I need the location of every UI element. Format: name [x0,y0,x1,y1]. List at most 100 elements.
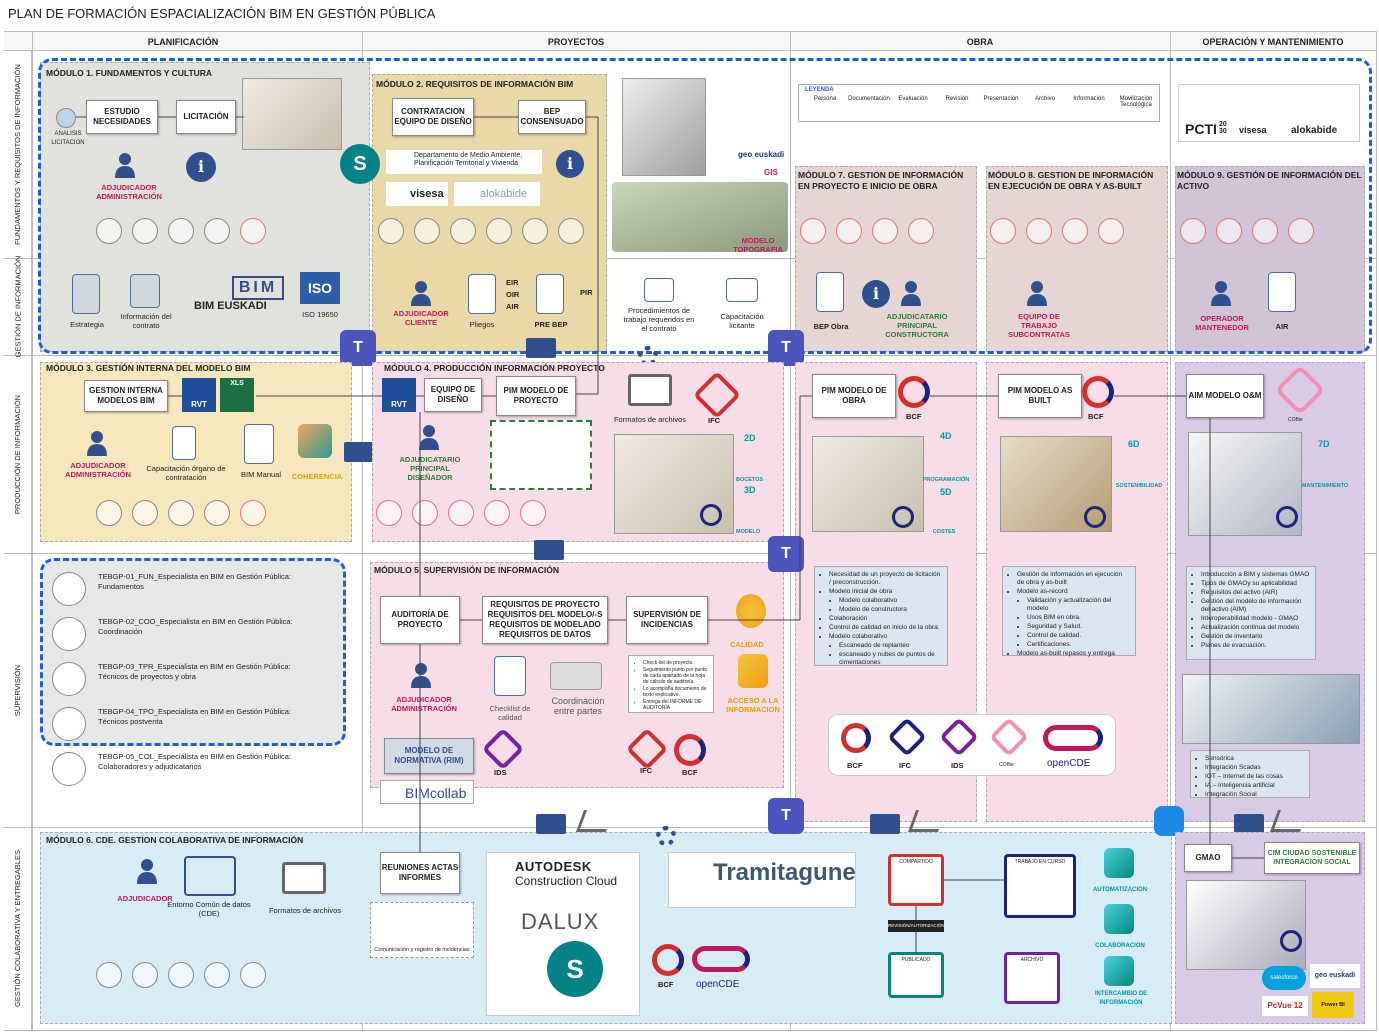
send-icon [907,810,947,832]
bcf-icon [841,723,871,753]
powerbi-logo: Power BI [1312,992,1354,1018]
capacitacion-organo-label: Capacitación órgano de contratación [146,464,226,482]
bcf-icon [674,734,706,766]
module-7-bullets: Necesidad de un proyecto de licitación /… [814,566,948,666]
search-icon [700,504,722,526]
team-icon [376,500,402,526]
checklist-icon [494,656,526,696]
worker-icon [448,500,474,526]
checklist-label: Checklist de calidad [489,704,531,722]
search-icon [1084,506,1106,528]
teams-icon: T [340,330,376,366]
module-3-title: MÓDULO 3. GESTIÓN INTERNA DEL MODELO BIM [46,363,251,373]
bcf-label: BCF [1088,412,1104,421]
openbim-strip: BCF IFC IDS COBie openCDE [828,714,1116,776]
comunicacion-label: Comunicación y registro de incidencias [374,947,470,953]
bim-manual-label: BIM Manual [240,470,282,479]
list-item: TEBGP-01_FUN_Especialista en BIM en Gest… [52,572,352,617]
collaboration-icon [1104,904,1134,934]
formatos-label: Formatos de archivos [613,415,687,424]
group-icon [52,752,86,786]
worker-icon [52,662,86,696]
pim-proyecto-box: PIM MODELO DE PROYECTO [496,376,576,416]
bocetos-label: BOCETOS [736,477,764,483]
specialist-list: TEBGP-01_FUN_Especialista en BIM en Gest… [52,572,352,797]
xls-icon: XLS [220,378,254,412]
reuniones-box: REUNIONES ACTAS INFORMES [380,852,460,894]
puzzle-icon [550,662,602,690]
modelo-normativa-box: MODELO DE NORMATIVA (RIM) [384,738,474,774]
4d-label: 4D [940,431,952,441]
module-4-circles [376,500,546,526]
opencde-label: openCDE [696,979,740,990]
auditoria-box: AUDITORÍA DE PROYECTO [380,596,460,644]
person-icon [411,663,431,688]
5d-label: 5D [940,487,952,497]
intercambio-label: INTERCAMBIO DE INFORMACIÓN [1094,991,1148,1006]
sostenibilidad-label: SOSTENIBILIDAD [1115,483,1163,489]
row-supervision: SUPERVISIÓN [4,553,32,827]
rvt-icon: RVT [182,378,216,412]
2d-label: 2D [744,433,756,443]
team-icon [52,572,86,606]
sharepoint-icon: S [547,941,603,997]
formatos-label: Formatos de archivos [268,906,342,915]
col-planificacion: PLANIFICACIÓN [4,31,362,51]
bcf-label: BCF [658,980,674,989]
pim-obra-box: PIM MODELO DE OBRA [812,374,896,418]
autodesk-logo: AUTODESK [515,859,592,874]
city-image [1182,674,1360,744]
automation-icon [1104,848,1134,878]
cobie-icon [989,717,1029,757]
automatizacion-label: AUTOMATIZACION [1092,887,1148,893]
folder-icon [344,442,374,462]
ids-icon [939,717,979,757]
fundamentals-highlight [38,58,1372,354]
adjudicador-admin-label: ADJUDICADOR ADMINISTRACIÓN [391,695,457,713]
mantenimiento-label: MANTENIMIENTO [1301,483,1349,489]
folder-icon [1234,814,1264,834]
cobie-label: COBie [999,762,1014,768]
bcf-icon [1082,376,1114,408]
requisitos-box: REQUISITOS DE PROYECTO REQUISITOS DEL MO… [482,596,608,644]
exchange-icon [1104,956,1134,986]
cycle-icon [52,617,86,651]
opencde-icon [692,946,750,972]
ids-label: IDS [494,768,507,777]
tramitagune-logo: Tramitagune [668,852,856,908]
cycle-icon [412,500,438,526]
module-4-title: MÓDULO 4. PRODUCCIÓN INFORMACIÓN PROYECT… [384,363,605,373]
salesforce-logo: salesforce [1262,966,1306,990]
ids-label: IDS [951,761,964,770]
teams-icon: T [768,330,804,366]
module-6-circles [96,962,266,988]
col-operacion: OPERACIÓN Y MANTENIMIENTO [1170,31,1376,51]
ifc-label: IFC [640,766,653,775]
3d-label: 3D [744,485,756,495]
folder-icon [534,540,564,560]
acceso-label: ACCESO A LA INFORMACION [726,696,780,714]
bcf-label: BCF [906,412,922,421]
archivo-state: ARCHIVO [1004,952,1060,1004]
7d-label: 7D [1318,439,1330,449]
coordinacion-label: Coordinación entre partes [551,696,605,716]
module-9-bullets: Introducción a BIM y sistemas GMAO Tipos… [1186,566,1316,660]
cycle-icon [204,500,230,526]
aim-box: AIM MODELO O&M [1186,374,1264,418]
adjudicatario-disenador-label: ADJUDICATARIO PRINCIPAL DISEÑADOR [399,455,461,482]
bimcollab-logo: BIMcollab [380,780,474,804]
gmao-box: GMAO [1184,844,1232,872]
module-5-bullets: Check-list de proyecto. Seguimiento punt… [628,655,714,713]
list-item: TEBGP-05_COL_Especialista en BIM en Gest… [52,752,352,797]
list-item: TEBGP-03_TPR_Especialista en BIM en Gest… [52,662,352,707]
pim-asbuilt-box: PIM MODELO AS BUILT [998,374,1082,418]
monitor-icon [628,374,672,406]
module-8-bullets: Gestión de información en ejecución de o… [1002,566,1136,657]
construction-cloud-label: Construction Cloud [515,874,618,888]
bcf-icon [652,944,684,976]
teams-icon: T [768,536,804,572]
group-icon [240,500,266,526]
team-icon [96,500,122,526]
cycle-icon [52,707,86,741]
costes-label: COSTES [932,529,956,535]
